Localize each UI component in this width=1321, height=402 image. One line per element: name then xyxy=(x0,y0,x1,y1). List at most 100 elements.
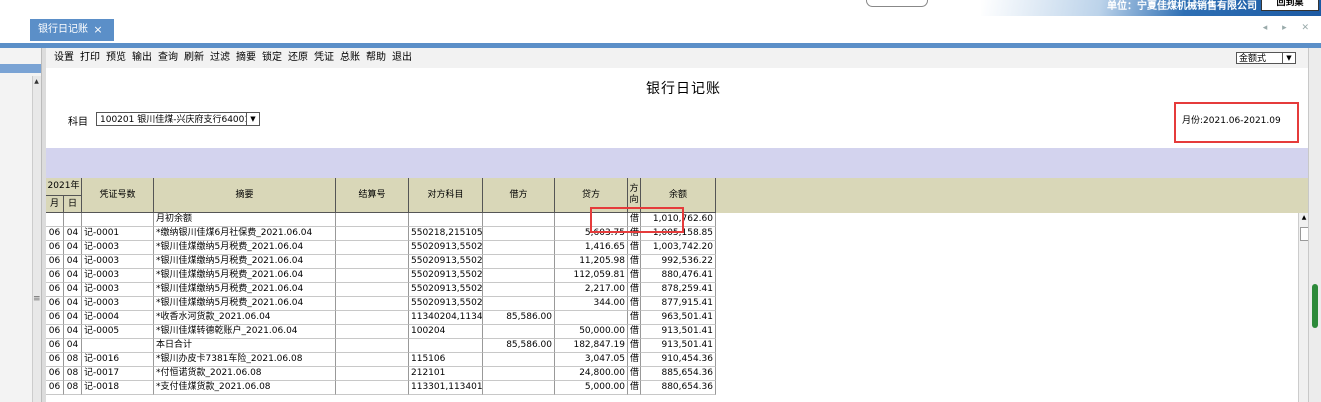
cell-counter: 55020913,550209 xyxy=(409,297,483,311)
col-summary[interactable]: 摘要 xyxy=(154,178,336,213)
col-voucher[interactable]: 凭证号数 xyxy=(82,178,154,213)
table-row[interactable]: 06 04 记-0003 *银川佳煤缴纳5月税费_2021.06.04 55020913… xyxy=(46,255,716,269)
period-range: 月份:2021.06-2021.09 xyxy=(1174,102,1299,143)
cell-month: 06 xyxy=(46,381,64,395)
table-row[interactable]: 06 04 记-0003 *银川佳煤缴纳5月税费_2021.06.04 55020913… xyxy=(46,297,716,311)
menu-summary[interactable]: 摘要 xyxy=(233,48,259,68)
cell-month: 06 xyxy=(46,283,64,297)
cell-month: 06 xyxy=(46,367,64,381)
cell-voucher: 记-0003 xyxy=(82,269,154,283)
col-day: 日 xyxy=(64,196,82,213)
tab-label: 银行日记账 xyxy=(38,24,88,35)
cell-voucher: 记-0001 xyxy=(82,227,154,241)
cell-day: 04 xyxy=(64,325,82,339)
banner-oval-button[interactable] xyxy=(866,0,928,7)
cell-month: 06 xyxy=(46,311,64,325)
cell-debit xyxy=(483,381,555,395)
table-row[interactable]: 06 08 记-0016 *银川办皮卡7381车险_2021.06.08 115106 3… xyxy=(46,353,716,367)
menu-refresh[interactable]: 刷新 xyxy=(181,48,207,68)
cell-direction: 借 xyxy=(628,381,641,395)
menu-export[interactable]: 输出 xyxy=(129,48,155,68)
cell-settle xyxy=(336,241,409,255)
report-header: 银行日记账 科目 100201 银川佳煤-兴庆府支行640011 ▼ 月份:20… xyxy=(46,68,1308,148)
table-row[interactable]: 06 04 本日合计 85,586.00 182,847.19 借 913,501.41 xyxy=(46,339,716,353)
tab-bank-journal[interactable]: 银行日记账 × xyxy=(30,19,114,41)
table-row[interactable]: 06 04 记-0004 *收香水河货款_2021.06.04 11340204,113… xyxy=(46,311,716,325)
cell-month: 06 xyxy=(46,227,64,241)
subject-select[interactable]: 100201 银川佳煤-兴庆府支行640011 ▼ xyxy=(96,112,260,126)
cell-month xyxy=(46,213,64,227)
menu-query[interactable]: 查询 xyxy=(155,48,181,68)
splitter-grip-icon[interactable]: ≡ xyxy=(33,294,41,304)
subject-select-value: 100201 银川佳煤-兴庆府支行640011 xyxy=(100,115,256,125)
table-row[interactable]: 06 04 记-0003 *银川佳煤缴纳5月税费_2021.06.04 55020913… xyxy=(46,241,716,255)
cell-credit: 50,000.00 xyxy=(555,325,628,339)
cell-summary: *银川办皮卡7381车险_2021.06.08 xyxy=(154,353,336,367)
side-handle[interactable] xyxy=(1312,284,1318,328)
chevron-down-icon[interactable]: ▼ xyxy=(246,113,259,125)
col-settle[interactable]: 结算号 xyxy=(336,178,409,213)
menu-restore[interactable]: 还原 xyxy=(285,48,311,68)
cell-summary: *缴纳银川佳煤6月社保费_2021.06.04 xyxy=(154,227,336,241)
menu-print[interactable]: 打印 xyxy=(77,48,103,68)
cell-summary: *银川佳煤缴纳5月税费_2021.06.04 xyxy=(154,269,336,283)
col-counter[interactable]: 对方科目 xyxy=(409,178,483,213)
cell-summary: *银川佳煤缴纳5月税费_2021.06.04 xyxy=(154,297,336,311)
format-select-value: 金额式 xyxy=(1239,54,1267,64)
menu-ledger[interactable]: 总账 xyxy=(337,48,363,68)
cell-credit xyxy=(555,311,628,325)
menu-exit[interactable]: 退出 xyxy=(389,48,415,68)
cell-day: 04 xyxy=(64,241,82,255)
menu-settings[interactable]: 设置 xyxy=(51,48,77,68)
cell-month: 06 xyxy=(46,269,64,283)
desktop-button[interactable]: 回到桌 xyxy=(1261,0,1319,11)
table-row[interactable]: 06 04 记-0005 *银川佳煤转德乾账户_2021.06.04 100204 50,… xyxy=(46,325,716,339)
cell-debit xyxy=(483,227,555,241)
company-name: 单位：宁夏佳煤机械销售有限公司 xyxy=(1107,1,1257,12)
cell-direction: 借 xyxy=(628,325,641,339)
cell-voucher: 记-0018 xyxy=(82,381,154,395)
cell-counter: 550218,215105,2 xyxy=(409,227,483,241)
col-month: 月 xyxy=(46,196,64,213)
cell-settle xyxy=(336,283,409,297)
cell-settle xyxy=(336,339,409,353)
cell-summary: *收香水河货款_2021.06.04 xyxy=(154,311,336,325)
menu-filter[interactable]: 过滤 xyxy=(207,48,233,68)
chevron-down-icon[interactable]: ▼ xyxy=(1282,53,1295,63)
cell-settle xyxy=(336,297,409,311)
cell-balance: 913,501.41 xyxy=(641,325,716,339)
cell-balance: 877,915.41 xyxy=(641,297,716,311)
table-row[interactable]: 06 04 记-0003 *银川佳煤缴纳5月税费_2021.06.04 55020913… xyxy=(46,283,716,297)
col-debit[interactable]: 借方 xyxy=(483,178,555,213)
cell-summary: *支付佳煤货款_2021.06.08 xyxy=(154,381,336,395)
cell-credit: 3,047.05 xyxy=(555,353,628,367)
menu-preview[interactable]: 预览 xyxy=(103,48,129,68)
cell-voucher: 记-0005 xyxy=(82,325,154,339)
cell-balance: 1,003,742.20 xyxy=(641,241,716,255)
report-band xyxy=(46,148,1308,178)
menu-lock[interactable]: 锁定 xyxy=(259,48,285,68)
table-body: 月初余额借 1,010,762.60 06 04 记-0001 *缴纳银川佳煤6月社保费_… xyxy=(46,213,716,395)
cell-month: 06 xyxy=(46,255,64,269)
cell-direction: 借 xyxy=(628,241,641,255)
format-select[interactable]: 金额式 ▼ xyxy=(1236,52,1296,64)
cell-direction: 借 xyxy=(628,269,641,283)
table-row[interactable]: 06 08 记-0018 *支付佳煤货款_2021.06.08 113301,11340… xyxy=(46,381,716,395)
cell-settle xyxy=(336,269,409,283)
menu-voucher[interactable]: 凭证 xyxy=(311,48,337,68)
cell-direction: 借 xyxy=(628,353,641,367)
cell-settle xyxy=(336,325,409,339)
cell-debit xyxy=(483,255,555,269)
cell-day: 04 xyxy=(64,269,82,283)
cell-credit: 2,217.00 xyxy=(555,283,628,297)
table-row[interactable]: 06 08 记-0017 *付恒诺货款_2021.06.08 212101 24,800.… xyxy=(46,367,716,381)
menu-bar: 设置 打印 预览 输出 查询 刷新 过滤 摘要 锁定 还原 凭证 总账 帮助 退出 金额式 ▼ xyxy=(46,48,1308,69)
close-icon[interactable]: × xyxy=(92,24,104,36)
cell-counter: 212101 xyxy=(409,367,483,381)
scroll-up-icon[interactable]: ▲ xyxy=(32,76,41,88)
tab-nav-icons[interactable]: ◂ ▸ ✕ xyxy=(1263,23,1315,33)
menu-help[interactable]: 帮助 xyxy=(363,48,389,68)
col-year: 2021年 xyxy=(46,178,82,196)
cell-day xyxy=(64,213,82,227)
table-row[interactable]: 06 04 记-0003 *银川佳煤缴纳5月税费_2021.06.04 55020913… xyxy=(46,269,716,283)
